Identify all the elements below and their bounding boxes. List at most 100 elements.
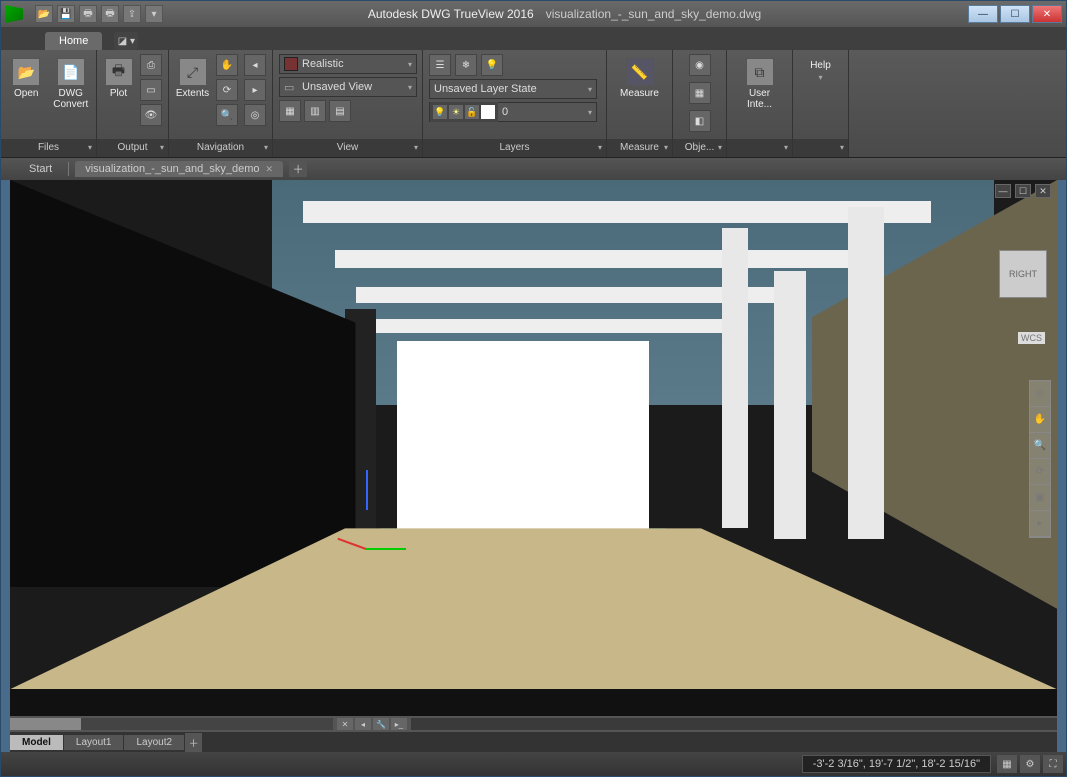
status-bar: -3'-2 3/16", 19'-7 1/2", 18'-2 15/16" ▦ … — [1, 752, 1066, 776]
layout-tab-model[interactable]: Model — [10, 735, 64, 750]
visual-style-swatch-icon — [284, 57, 298, 71]
forward-view-icon[interactable]: ▸ — [244, 79, 266, 101]
panel-title-output: Output — [97, 139, 168, 157]
viewcube[interactable]: RIGHT — [999, 250, 1047, 298]
layer-state-combo[interactable]: Unsaved Layer State▾ — [429, 79, 597, 99]
hscroll-thumb[interactable] — [10, 718, 81, 730]
extents-icon: ⤢ — [179, 58, 207, 86]
plot-button[interactable]: 🖶 Plot — [103, 54, 134, 110]
layout-tabs: Model Layout1 Layout2 ＋ — [10, 732, 1057, 752]
layer-off-icon[interactable]: 💡 — [481, 54, 503, 76]
panel-title-measure: Measure — [607, 139, 672, 157]
navigation-bar: ◎ ✋ 🔍 ⟳ ▣ ▸ — [1029, 380, 1051, 538]
ruler-icon: 📏 — [626, 58, 654, 86]
cmd-wrench-icon[interactable]: 🔧 — [373, 718, 389, 730]
lock-icon: 🔓 — [465, 105, 479, 119]
start-tab[interactable]: Start — [19, 161, 62, 177]
viewport-config-icon[interactable]: ▥ — [304, 100, 326, 122]
title-text: Autodesk DWG TrueView 2016 visualization… — [163, 7, 966, 21]
layer-combo[interactable]: 💡 ☀ 🔓 0▾ — [429, 102, 597, 122]
app-menu-icon[interactable] — [5, 5, 23, 23]
object-snap2-icon[interactable]: ▦ — [689, 82, 711, 104]
panel-title-view: View — [273, 139, 422, 157]
visual-style-combo[interactable]: Realistic▾ — [279, 54, 417, 74]
user-interface-button[interactable]: ⧉ User Inte... — [739, 54, 781, 110]
zoom-icon[interactable]: 🔍 — [216, 104, 238, 126]
wcs-label[interactable]: WCS — [1018, 332, 1045, 344]
ribbon-tab-row: Home ◪ ▾ — [1, 27, 1066, 50]
dwg-convert-button[interactable]: 📄 DWG Convert — [52, 54, 91, 110]
nav-expand-icon[interactable]: ▸ — [1030, 511, 1050, 537]
nav-pan-icon[interactable]: ✋ — [1030, 407, 1050, 433]
file-tab[interactable]: visualization_-_sun_and_sky_demo ✕ — [75, 161, 283, 177]
printer-icon: 🖶 — [105, 58, 133, 86]
tab-overflow-button[interactable]: ◪ ▾ — [114, 32, 138, 50]
view-manager-icon[interactable]: ▦ — [279, 100, 301, 122]
drawing-viewport[interactable]: — ☐ ✕ RIGHT WCS ◎ ✋ 🔍 ⟳ ▣ ▸ — [10, 180, 1057, 716]
status-fullscreen-icon[interactable]: ⛶ — [1043, 755, 1063, 773]
new-tab-button[interactable]: ＋ — [289, 161, 307, 177]
qat-print-icon[interactable]: 🖶 — [79, 5, 97, 23]
bulb-icon: 💡 — [433, 105, 447, 119]
named-view-combo[interactable]: ▭ Unsaved View▾ — [279, 77, 417, 97]
extents-button[interactable]: ⤢ Extents — [175, 54, 210, 110]
tab-home[interactable]: Home — [45, 32, 102, 50]
layer-status-icons: 💡 ☀ 🔓 — [430, 102, 498, 122]
app-name: Autodesk DWG TrueView 2016 — [368, 7, 534, 21]
ui-icon: ⧉ — [746, 58, 774, 86]
folder-open-icon: 📂 — [12, 58, 40, 86]
dwg-convert-icon: 📄 — [57, 58, 85, 86]
quick-access-toolbar: 📂 💾 🖶 🖶 ⇪ ▾ — [35, 5, 163, 23]
layer-color-swatch-icon — [481, 105, 495, 119]
layout-tab-1[interactable]: Layout1 — [64, 735, 125, 750]
object-snap-icon[interactable]: ◉ — [689, 54, 711, 76]
back-view-icon[interactable]: ◂ — [244, 54, 266, 76]
nav-zoom-icon[interactable]: 🔍 — [1030, 433, 1050, 459]
sun-icon: ☀ — [449, 105, 463, 119]
qat-dropdown-icon[interactable]: ▾ — [145, 5, 163, 23]
cmd-chevron-icon[interactable]: ◂ — [355, 718, 371, 730]
file-name: visualization_-_sun_and_sky_demo.dwg — [546, 7, 761, 21]
panel-title-object: Obje... — [673, 139, 726, 157]
vp-maximize-icon[interactable]: ☐ — [1015, 184, 1031, 198]
maximize-button[interactable]: ☐ — [1000, 5, 1030, 23]
panel-title-navigation: Navigation — [169, 139, 272, 157]
model-scene — [10, 180, 1057, 716]
bottom-toolbar: ✕ ◂ 🔧 ▸_ — [10, 716, 1057, 732]
page-setup-icon[interactable]: ▭ — [140, 79, 162, 101]
layout-tab-2[interactable]: Layout2 — [124, 735, 185, 750]
cmd-prompt-icon[interactable]: ▸_ — [391, 718, 407, 730]
close-tab-icon[interactable]: ✕ — [266, 164, 274, 175]
qat-plot-icon[interactable]: 🖶 — [101, 5, 119, 23]
panel-title-layers: Layers — [423, 139, 606, 157]
plot-preview-icon[interactable]: 👁 — [140, 104, 162, 126]
status-misc-icon[interactable]: ⚙ — [1020, 755, 1040, 773]
vp-close-icon[interactable]: ✕ — [1035, 184, 1051, 198]
view-misc-icon[interactable]: ▤ — [329, 100, 351, 122]
nav-showmotion-icon[interactable]: ▣ — [1030, 485, 1050, 511]
batch-plot-icon[interactable]: ⎙ — [140, 54, 162, 76]
layer-props-icon[interactable]: ☰ — [429, 54, 451, 76]
layout-add-button[interactable]: ＋ — [185, 733, 203, 752]
close-button[interactable]: ✕ — [1032, 5, 1062, 23]
measure-button[interactable]: 📏 Measure — [619, 54, 661, 110]
nav-orbit-icon[interactable]: ⟳ — [1030, 459, 1050, 485]
qat-save-icon[interactable]: 💾 — [57, 5, 75, 23]
help-button[interactable]: Help ▾ — [800, 54, 842, 82]
minimize-button[interactable]: — — [968, 5, 998, 23]
cmd-close-icon[interactable]: ✕ — [337, 718, 353, 730]
pan-icon[interactable]: ✋ — [216, 54, 238, 76]
vp-minimize-icon[interactable]: — — [995, 184, 1011, 198]
hscroll-track[interactable] — [10, 718, 333, 730]
object-snap3-icon[interactable]: ◧ — [689, 110, 711, 132]
layer-freeze-icon[interactable]: ❄ — [455, 54, 477, 76]
steering-wheel-icon[interactable]: ◎ — [244, 104, 266, 126]
status-grid-icon[interactable]: ▦ — [997, 755, 1017, 773]
nav-wheel-icon[interactable]: ◎ — [1030, 381, 1050, 407]
orbit-icon[interactable]: ⟳ — [216, 79, 238, 101]
window-controls: — ☐ ✕ — [966, 5, 1062, 23]
qat-publish-icon[interactable]: ⇪ — [123, 5, 141, 23]
qat-open-icon[interactable]: 📂 — [35, 5, 53, 23]
open-button[interactable]: 📂 Open — [7, 54, 46, 110]
view-icon: ▭ — [284, 81, 298, 94]
